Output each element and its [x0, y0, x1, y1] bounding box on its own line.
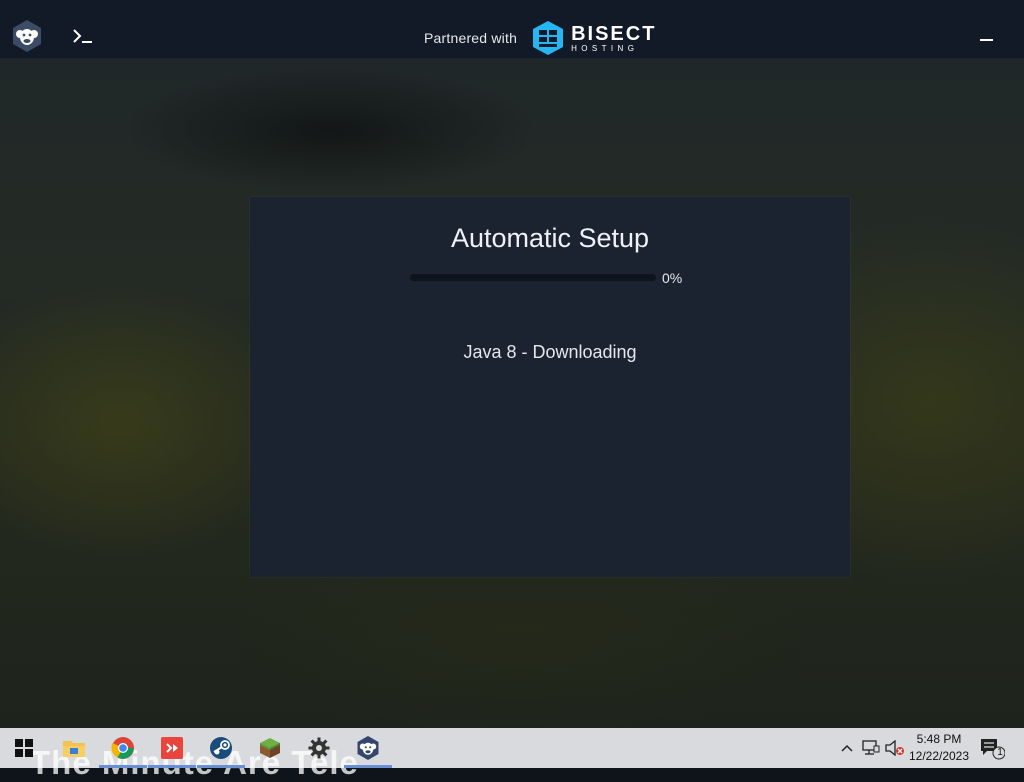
setup-progress-bar — [410, 274, 656, 281]
network-button[interactable] — [860, 728, 882, 768]
bisect-brand-subtext: HOSTING — [571, 43, 639, 53]
taskbar-git-client[interactable] — [148, 728, 196, 768]
show-hidden-icons-button[interactable] — [838, 728, 856, 768]
grass-block-icon — [260, 738, 280, 758]
clock-date: 12/22/2023 — [908, 749, 970, 763]
folder-icon — [63, 741, 85, 757]
automatic-setup-panel: Automatic Setup 0% Java 8 - Downloading — [250, 197, 850, 577]
taskbar-settings[interactable] — [295, 728, 343, 768]
gear-icon — [308, 737, 330, 759]
git-client-icon — [161, 737, 183, 759]
taskbar-minecraft-launcher[interactable] — [344, 728, 392, 768]
notification-count: 1 — [997, 747, 1003, 758]
partner-text: Partnered with — [424, 30, 518, 46]
windows-logo-icon — [15, 739, 33, 757]
terminal-icon — [73, 29, 92, 43]
launcher-titlebar: Partnered with BISECT HOSTING — [0, 0, 1024, 59]
taskbar-chrome[interactable] — [99, 728, 147, 768]
steam-icon — [210, 737, 232, 759]
network-monitor-icon — [862, 740, 880, 755]
setup-status-text: Java 8 - Downloading — [463, 342, 637, 362]
partner-banner[interactable]: Partnered with BISECT HOSTING — [424, 21, 656, 55]
setup-progress-label: 0% — [662, 270, 683, 286]
start-button[interactable] — [0, 728, 48, 768]
bisect-shield-icon — [533, 21, 564, 55]
setup-title: Automatic Setup — [450, 223, 650, 253]
action-center-button[interactable]: 1 — [978, 728, 1006, 768]
terminal-button[interactable] — [72, 28, 94, 44]
volume-button[interactable] — [884, 728, 906, 768]
launcher-logo-button[interactable] — [11, 19, 43, 53]
taskbar-steam[interactable] — [197, 728, 245, 768]
chrome-icon — [111, 737, 134, 759]
bisect-hosting-logo: BISECT HOSTING — [531, 21, 656, 55]
windows-taskbar: The Minute Are Tele 5:48 PM 12/22/2023 1 — [0, 728, 1024, 781]
speaker-muted-icon — [885, 740, 904, 756]
taskbar-clock[interactable]: 5:48 PM 12/22/2023 — [904, 731, 974, 765]
minimize-button[interactable] — [978, 33, 996, 45]
taskbar-file-explorer[interactable] — [50, 728, 98, 768]
bisect-brand-text: BISECT — [571, 22, 657, 45]
hexagon-monkey-icon — [13, 20, 41, 52]
hexagon-monkey-icon — [357, 736, 379, 760]
taskbar-minecraft[interactable] — [246, 728, 294, 768]
chevron-up-icon — [841, 744, 853, 752]
clock-time: 5:48 PM — [916, 732, 962, 746]
